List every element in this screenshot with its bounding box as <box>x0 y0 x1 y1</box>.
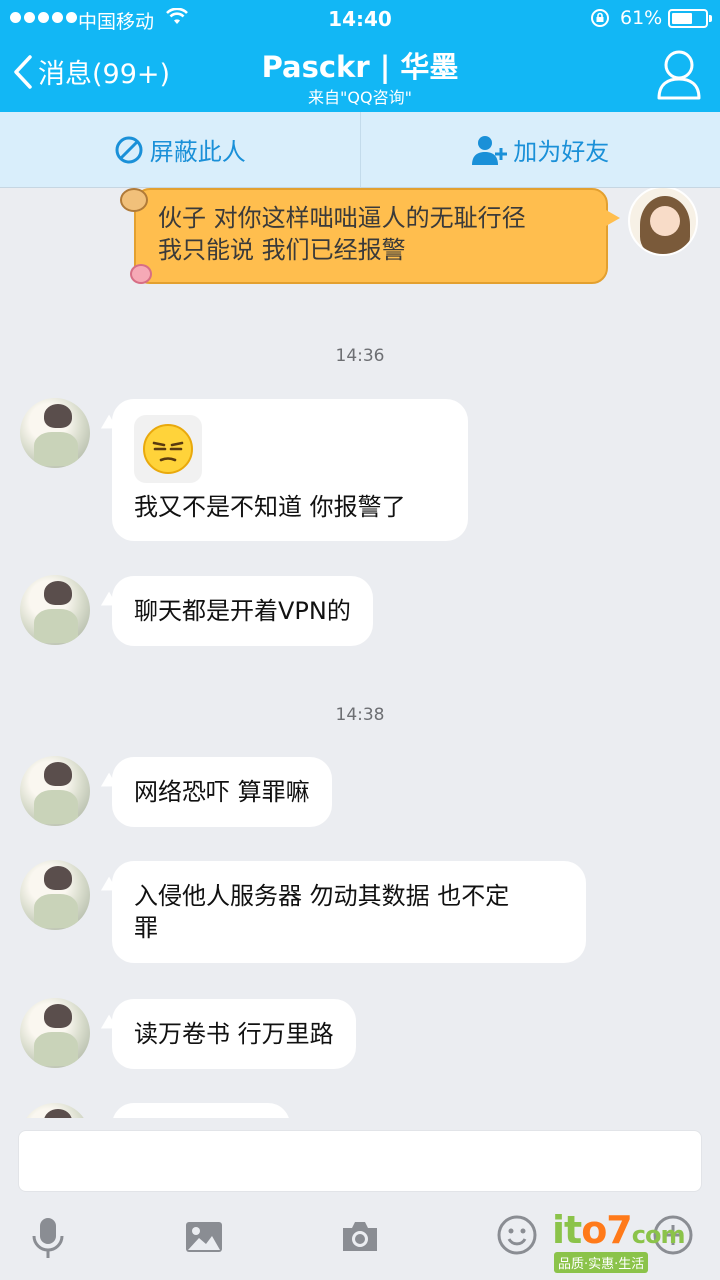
contact-message-bubble[interactable]: 读万卷书 行万里路 <box>112 999 356 1069</box>
peach-bubble-decoration-icon <box>130 264 152 284</box>
own-avatar[interactable] <box>628 188 698 256</box>
contact-message-bubble[interactable]: 入侵他人服务器 勿动其数据 也不定 罪 <box>112 861 586 963</box>
status-bar: 中国移动 14:40 61% <box>0 0 720 38</box>
battery-level <box>672 13 692 24</box>
contact-avatar[interactable] <box>20 756 90 826</box>
rotation-lock-icon <box>591 9 609 27</box>
contact-avatar[interactable] <box>20 398 90 468</box>
message-text-line: 入侵他人服务器 勿动其数据 也不定 <box>134 882 510 910</box>
battery-icon <box>668 9 712 28</box>
block-icon <box>115 136 143 163</box>
contact-message-bubble[interactable]: 网络恐吓 算罪嘛 <box>112 757 332 827</box>
message-text: 我又不是不知道 你报警了 <box>134 493 406 521</box>
contact-avatar[interactable] <box>20 1103 90 1118</box>
chat-title: Pasckr | 华墨 <box>261 50 459 84</box>
contact-avatar[interactable] <box>20 998 90 1068</box>
action-bar: 屏蔽此人 加为好友 <box>0 112 720 188</box>
image-icon[interactable] <box>184 1220 224 1254</box>
add-friend-label: 加为好友 <box>513 138 610 166</box>
plus-icon[interactable] <box>652 1214 694 1256</box>
message-right: 伙子 对你这样咄咄逼人的无耻行径 我只能说 我们已经报警 <box>0 188 720 288</box>
block-user-button[interactable]: 屏蔽此人 <box>0 112 360 187</box>
message-text-line: 罪 <box>134 914 158 942</box>
add-friend-button[interactable]: 加为好友 <box>359 112 720 187</box>
contact-message-bubble[interactable]: 聊天都是开着VPN的 <box>112 576 373 646</box>
message-timestamp: 14:36 <box>335 346 385 366</box>
contact-avatar[interactable] <box>20 575 90 645</box>
block-user-label: 屏蔽此人 <box>149 138 246 166</box>
emoji-icon[interactable] <box>496 1214 538 1256</box>
message-list[interactable]: 伙子 对你这样咄咄逼人的无耻行径 我只能说 我们已经报警 14:36 我又不是不… <box>0 188 720 1118</box>
contact-message-bubble[interactable]: 我又不是不知道 你报警了 <box>112 399 468 541</box>
message-text: 读万卷书 行万里路 <box>134 1020 334 1048</box>
message-text: 网络恐吓 算罪嘛 <box>134 778 310 806</box>
contact-avatar[interactable] <box>20 860 90 930</box>
message-text-line: 伙子 对你这样咄咄逼人的无耻行径 <box>158 204 526 232</box>
status-time: 14:40 <box>328 7 392 31</box>
chat-subtitle: 来自"QQ咨询" <box>308 88 412 107</box>
profile-icon[interactable] <box>656 48 702 100</box>
camera-icon[interactable] <box>340 1218 380 1254</box>
monkey-bubble-decoration-icon <box>120 188 148 212</box>
message-input[interactable] <box>18 1130 702 1192</box>
contact-message-bubble[interactable] <box>112 1103 290 1118</box>
microphone-icon[interactable] <box>30 1216 66 1260</box>
own-message-bubble[interactable]: 伙子 对你这样咄咄逼人的无耻行径 我只能说 我们已经报警 <box>134 188 620 284</box>
input-toolbar <box>0 1200 720 1280</box>
message-text: 聊天都是开着VPN的 <box>134 597 351 625</box>
message-text-line: 我只能说 我们已经报警 <box>158 236 406 264</box>
add-friend-icon <box>472 135 508 165</box>
annoyed-face-icon <box>134 415 202 483</box>
chat-header: 中国移动 14:40 61% 消息(99+) Pasckr | 华墨 来自"QQ… <box>0 0 720 112</box>
message-timestamp: 14:38 <box>335 705 385 725</box>
battery-percent: 61% <box>620 7 663 29</box>
